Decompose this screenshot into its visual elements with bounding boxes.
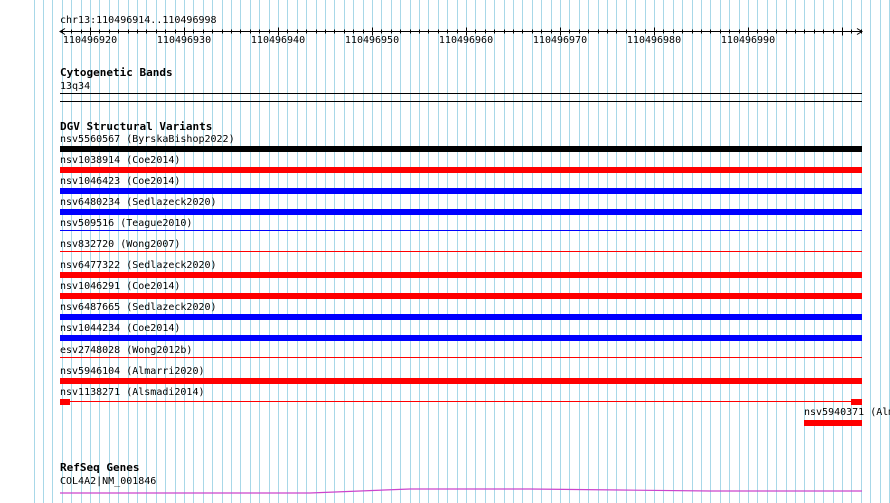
variant-bar[interactable] — [60, 398, 70, 405]
variant-label: nsv5560567 (ByrskaBishop2022) — [60, 134, 235, 145]
variant-bar[interactable] — [60, 356, 862, 358]
variant-label: nsv5940371 (Alm — [804, 407, 890, 418]
cytogenetic-track-title: Cytogenetic Bands — [60, 66, 173, 79]
cytoband-label: 13q34 — [60, 81, 91, 92]
variant-bar[interactable] — [60, 272, 862, 279]
variant-bar[interactable] — [804, 420, 862, 426]
variant-connector — [60, 400, 862, 402]
ruler-axis[interactable] — [0, 20, 890, 50]
track-divider — [60, 101, 862, 102]
cytoband-bar[interactable] — [60, 93, 862, 94]
dgv-track-title: DGV Structural Variants — [60, 120, 213, 133]
variant-bar[interactable] — [60, 209, 862, 216]
gene-feature[interactable] — [60, 484, 862, 496]
variant-label: nsv6477322 (Sedlazeck2020) — [60, 260, 217, 272]
variant-bar[interactable] — [60, 293, 862, 300]
variant-label: nsv1038914 (Coe2014) — [60, 155, 181, 167]
variant-bar[interactable] — [60, 335, 862, 342]
variant-label: nsv1044234 (Coe2014) — [60, 323, 181, 335]
variant-label: nsv509516 (Teague2010) — [60, 218, 193, 230]
variant-bar[interactable] — [851, 398, 862, 405]
variant-label: nsv6480234 (Sedlazeck2020) — [60, 197, 217, 209]
variant-bar[interactable] — [60, 251, 862, 253]
variant-bar[interactable] — [60, 167, 862, 174]
variant-label: nsv1046291 (Coe2014) — [60, 281, 181, 293]
variant-label: esv2748028 (Wong2012b) — [60, 344, 193, 356]
variant-bar[interactable] — [60, 230, 862, 232]
variant-bar[interactable] — [60, 188, 862, 195]
refseq-track-title: RefSeq Genes — [60, 461, 140, 474]
genome-browser-view: chr13:110496914..110496998 110496920 1104… — [0, 0, 890, 503]
variant-label: nsv1138271 (Alsmadi2014) — [60, 386, 205, 398]
variant-label: nsv1046423 (Coe2014) — [60, 176, 181, 188]
variant-bar[interactable] — [60, 377, 862, 384]
variant-bar[interactable] — [60, 314, 862, 321]
variant-bar[interactable] — [60, 146, 862, 152]
variant-label: nsv5946104 (Almarri2020) — [60, 365, 205, 377]
variant-label: nsv6487665 (Sedlazeck2020) — [60, 302, 217, 314]
variant-label: nsv832720 (Wong2007) — [60, 239, 181, 251]
